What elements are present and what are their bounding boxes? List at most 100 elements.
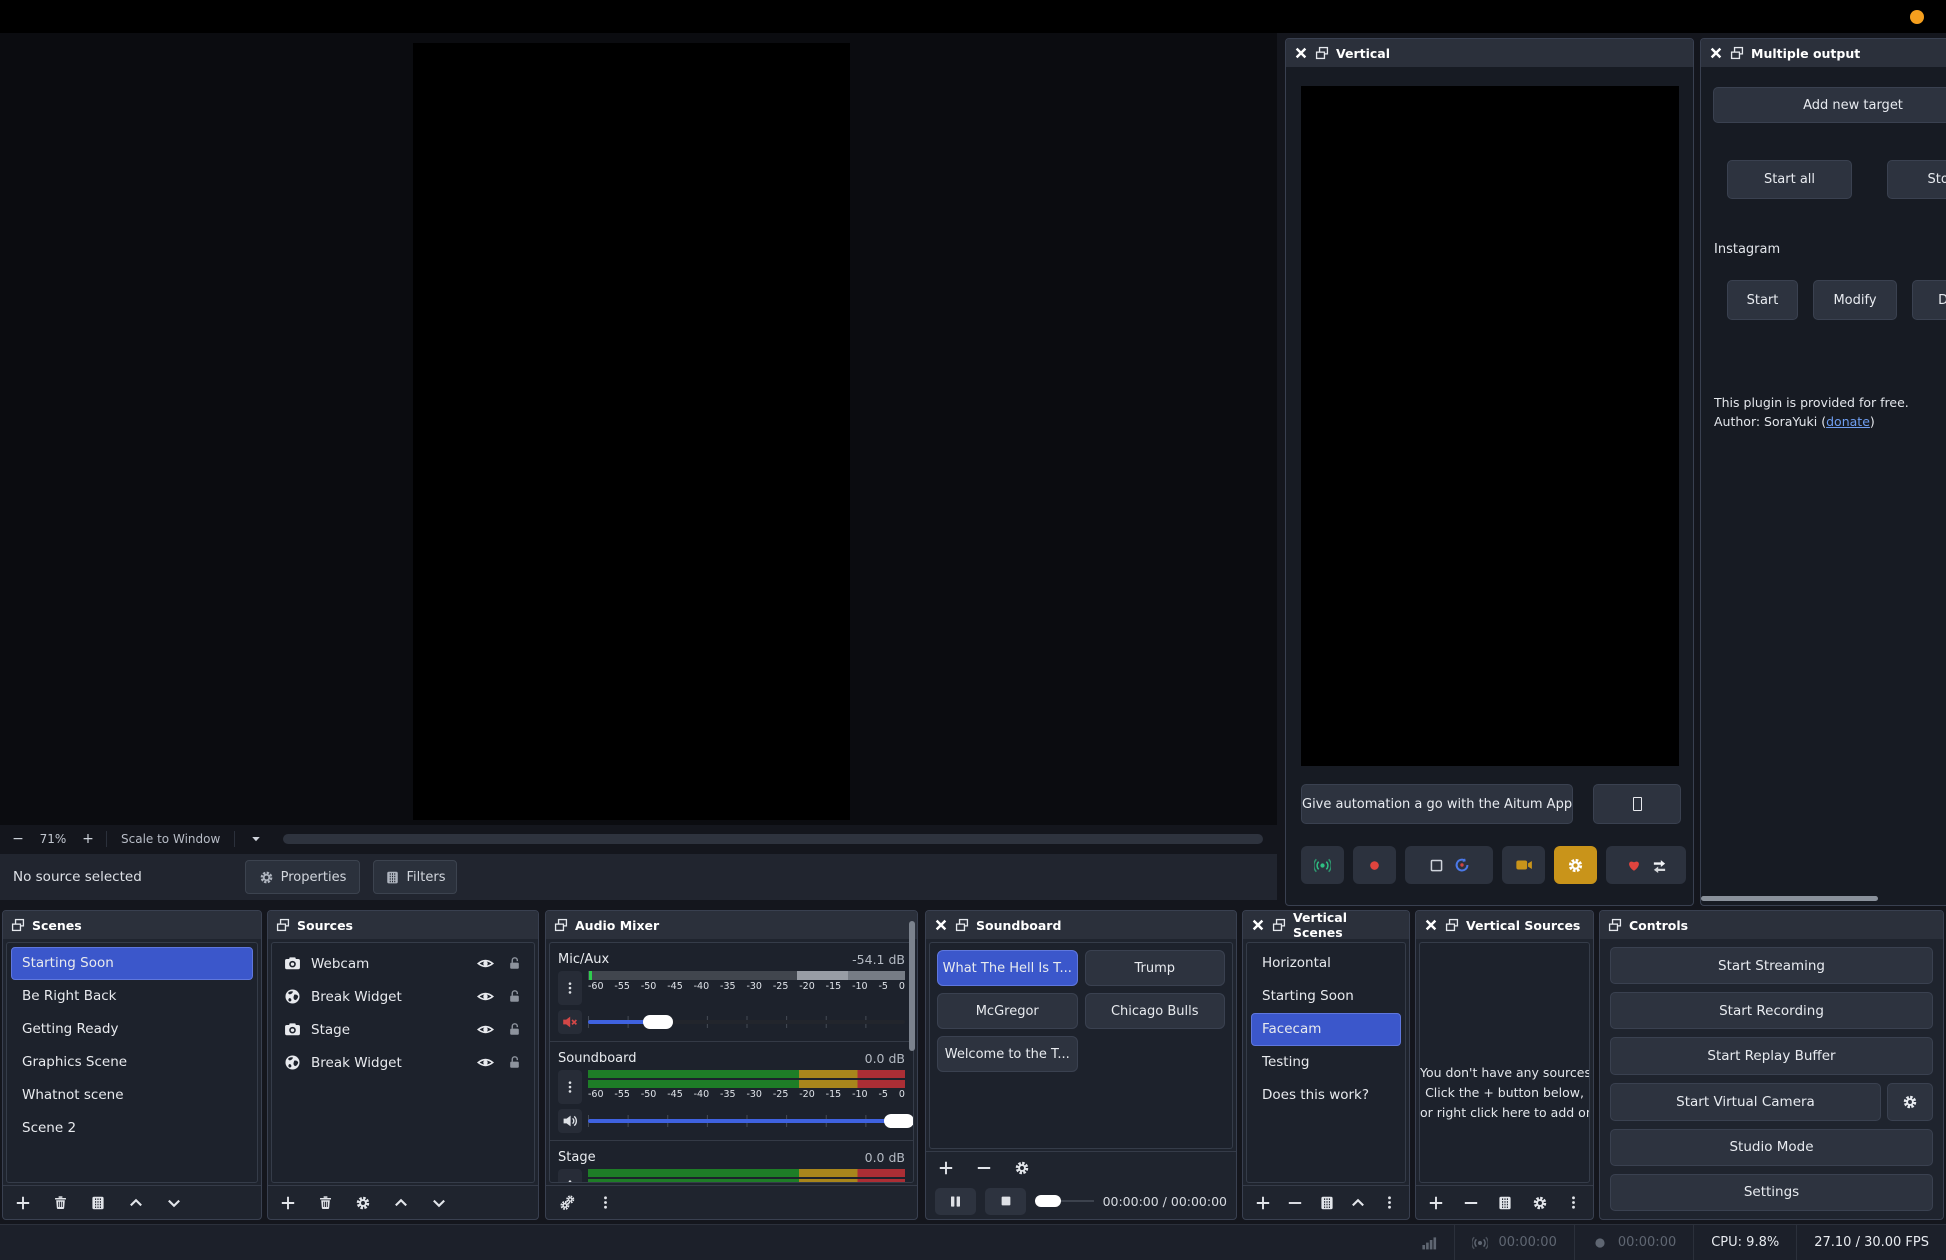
move-vertical-scene-up-button chevron-up-icon[interactable] xyxy=(1350,1195,1366,1211)
vertical-scene-item[interactable]: Facecam xyxy=(1251,1013,1401,1046)
source-row[interactable]: Webcam xyxy=(276,947,530,980)
add-sound-button plus-icon[interactable] xyxy=(938,1160,954,1176)
mute-button[interactable] xyxy=(558,1010,582,1034)
sound-volume-handle[interactable] xyxy=(1035,1195,1061,1207)
visibility-eye-icon[interactable] xyxy=(477,988,494,1005)
volume-slider-handle[interactable] xyxy=(643,1015,673,1029)
move-source-down-button chevron-down-icon[interactable] xyxy=(431,1195,447,1211)
soundboard-settings-button gear-icon[interactable] xyxy=(1014,1160,1030,1176)
add-vertical-source-button plus-icon[interactable] xyxy=(1428,1195,1444,1211)
pause-button[interactable] xyxy=(935,1188,976,1215)
vertical-source-filters-button filter-icon[interactable] xyxy=(1497,1195,1513,1211)
lock-icon[interactable] xyxy=(507,1055,522,1070)
source-row[interactable]: Break Widget xyxy=(276,1046,530,1079)
remove-sound-button minus-icon[interactable] xyxy=(976,1160,992,1176)
mute-button[interactable] xyxy=(558,1109,582,1133)
channel-options-button[interactable] xyxy=(558,1169,582,1183)
visibility-eye-icon[interactable] xyxy=(477,1054,494,1071)
vertical-source-properties-button gear-icon[interactable] xyxy=(1532,1195,1548,1211)
lock-icon[interactable] xyxy=(507,956,522,971)
vertical-scene-item[interactable]: Starting Soon xyxy=(1251,980,1401,1013)
move-scene-up-button chevron-up-icon[interactable] xyxy=(128,1195,144,1211)
audio-mixer-titlebar[interactable]: Audio Mixer xyxy=(546,911,917,939)
source-row[interactable]: Stage xyxy=(276,1013,530,1046)
volume-slider[interactable] xyxy=(588,1014,905,1030)
close-icon[interactable] xyxy=(1709,46,1723,60)
vertical-virtual-camera-button[interactable] xyxy=(1502,846,1545,884)
studio-mode-button[interactable]: Studio Mode xyxy=(1610,1129,1933,1166)
vertical-scene-item[interactable]: Does this work? xyxy=(1251,1079,1401,1112)
volume-slider[interactable] xyxy=(588,1113,905,1129)
audio-mixer-scrollbar[interactable] xyxy=(909,921,915,1051)
stop-button[interactable] xyxy=(985,1188,1026,1215)
vertical-scene-filters-button filter-icon[interactable] xyxy=(1319,1195,1335,1211)
scenes-dock-titlebar[interactable]: Scenes xyxy=(3,911,261,939)
vertical-backtrack-button[interactable] xyxy=(1405,846,1493,884)
start-all-button[interactable]: Start all xyxy=(1727,160,1852,199)
vertical-sources-titlebar[interactable]: Vertical Sources xyxy=(1416,911,1593,939)
volume-slider-handle[interactable] xyxy=(884,1114,914,1128)
soundboard-pad[interactable]: Trump xyxy=(1085,950,1226,986)
add-source-button plus-icon[interactable] xyxy=(280,1195,296,1211)
move-source-up-button chevron-up-icon[interactable] xyxy=(393,1195,409,1211)
aitum-app-promo-button[interactable]: Give automation a go with the Aitum App xyxy=(1301,784,1573,824)
preview-area[interactable] xyxy=(0,33,1277,825)
vertical-sources-options-button kebab-menu-icon[interactable] xyxy=(1566,1195,1581,1210)
aitum-app-icon-button[interactable] xyxy=(1593,784,1681,824)
add-new-target-button[interactable]: Add new target xyxy=(1713,87,1946,123)
program-canvas[interactable] xyxy=(413,43,850,820)
scene-item[interactable]: Scene 2 xyxy=(11,1112,253,1145)
add-scene-button plus-icon[interactable] xyxy=(15,1195,31,1211)
remove-vertical-source-button minus-icon[interactable] xyxy=(1463,1195,1479,1211)
scene-filters-button filter-icon[interactable] xyxy=(90,1195,106,1211)
scene-item[interactable]: Starting Soon xyxy=(11,947,253,980)
sources-dock-titlebar[interactable]: Sources xyxy=(268,911,538,939)
move-scene-down-button chevron-down-icon[interactable] xyxy=(166,1195,182,1211)
target-delete-button[interactable]: Delete xyxy=(1912,280,1946,320)
vertical-record-button[interactable] xyxy=(1353,846,1396,884)
start-recording-button[interactable]: Start Recording xyxy=(1610,992,1933,1029)
scene-item[interactable]: Graphics Scene xyxy=(11,1046,253,1079)
channel-options-button[interactable] xyxy=(558,1070,582,1104)
soundboard-titlebar[interactable]: Soundboard xyxy=(926,911,1236,939)
add-vertical-scene-button plus-icon[interactable] xyxy=(1255,1195,1271,1211)
target-modify-button[interactable]: Modify xyxy=(1813,280,1897,320)
vertical-preview-canvas[interactable] xyxy=(1301,86,1679,766)
scene-item[interactable]: Be Right Back xyxy=(11,980,253,1013)
vertical-dock-titlebar[interactable]: Vertical xyxy=(1286,39,1693,67)
vertical-scenes-titlebar[interactable]: Vertical Scenes xyxy=(1243,911,1409,939)
sound-volume-slider[interactable] xyxy=(1035,1194,1093,1208)
source-row[interactable]: Break Widget xyxy=(276,980,530,1013)
advanced-audio-button gears-icon[interactable] xyxy=(558,1194,576,1212)
properties-button[interactable]: Properties xyxy=(245,860,360,894)
vertical-stream-button[interactable] xyxy=(1301,846,1344,884)
scene-item[interactable]: Whatnot scene xyxy=(11,1079,253,1112)
preview-horizontal-scrollbar[interactable] xyxy=(283,834,1263,844)
settings-button[interactable]: Settings xyxy=(1610,1174,1933,1211)
soundboard-pad[interactable]: What The Hell Is T... xyxy=(937,950,1078,986)
vertical-support-share-button[interactable] xyxy=(1606,846,1686,884)
close-icon[interactable] xyxy=(1294,46,1308,60)
remove-vertical-scene-button minus-icon[interactable] xyxy=(1287,1195,1303,1211)
stop-all-button[interactable]: Stop all xyxy=(1887,160,1946,199)
soundboard-pad[interactable]: McGregor xyxy=(937,993,1078,1029)
soundboard-pad[interactable]: Welcome to the T... xyxy=(937,1036,1078,1072)
visibility-eye-icon[interactable] xyxy=(477,1021,494,1038)
zoom-out-button[interactable]: − xyxy=(8,830,28,848)
zoom-in-button[interactable]: + xyxy=(78,830,98,848)
virtual-camera-settings-button[interactable] xyxy=(1887,1083,1933,1121)
source-properties-button gear-icon[interactable] xyxy=(355,1195,371,1211)
channel-options-button[interactable] xyxy=(558,971,582,1005)
vertical-scenes-options-button kebab-menu-icon[interactable] xyxy=(1382,1195,1397,1210)
start-replay-buffer-button[interactable]: Start Replay Buffer xyxy=(1610,1037,1933,1074)
scale-mode-dropdown-button[interactable] xyxy=(243,830,269,848)
vertical-sources-list[interactable]: You don't have any sources. Click the + … xyxy=(1419,942,1590,1183)
visibility-eye-icon[interactable] xyxy=(477,955,494,972)
scale-mode-label[interactable]: Scale to Window xyxy=(115,832,226,846)
multiple-output-horizontal-scrollbar[interactable] xyxy=(1701,896,1878,901)
lock-icon[interactable] xyxy=(507,989,522,1004)
multiple-output-titlebar[interactable]: Multiple output xyxy=(1701,39,1946,67)
mixer-options-button kebab-menu-icon[interactable] xyxy=(598,1195,613,1210)
start-streaming-button[interactable]: Start Streaming xyxy=(1610,947,1933,984)
vertical-scene-item[interactable]: Horizontal xyxy=(1251,947,1401,980)
